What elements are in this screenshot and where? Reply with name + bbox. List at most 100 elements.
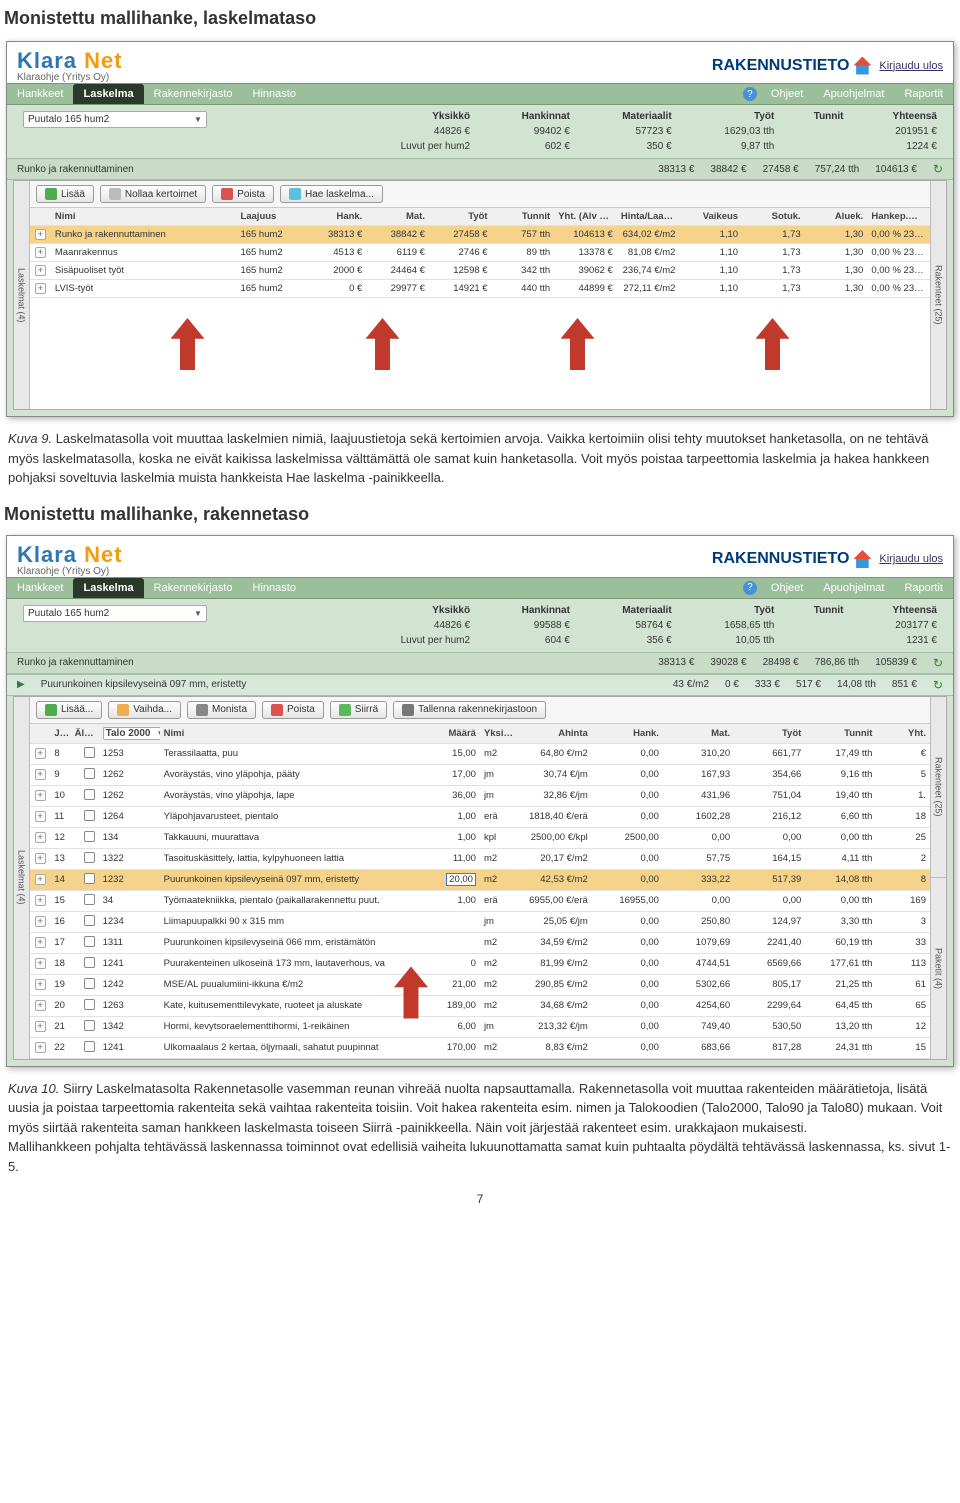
laskelmat-grid[interactable]: Nimi Laajuus Hank.Mat.Työt TunnitYht. (A… [30, 208, 930, 298]
logout-link[interactable]: Kirjaudu ulos [879, 60, 943, 72]
nav-apuohjelmat[interactable]: Apuohjelmat [813, 578, 894, 598]
btn-hae-laskelma[interactable]: Hae laskelma... [280, 185, 383, 203]
expand-icon[interactable]: + [35, 916, 46, 927]
row-checkbox[interactable] [84, 936, 95, 947]
nav-rakennekirjasto[interactable]: Rakennekirjasto [144, 578, 243, 598]
nav-laskelma[interactable]: Laskelma [73, 84, 143, 104]
expand-icon[interactable]: + [35, 895, 46, 906]
table-row[interactable]: + 12 134 Takkauuni, muurattava 1,00kpl 2… [30, 827, 930, 848]
refresh-icon[interactable]: ↻ [933, 678, 943, 692]
expand-icon[interactable]: + [35, 1042, 46, 1053]
table-row[interactable]: + 19 1242 MSE/AL puualumiini-ikkuna €/m2… [30, 974, 930, 995]
row-checkbox[interactable] [84, 1041, 95, 1052]
maara-input[interactable]: 20,00 [446, 873, 476, 886]
btn-lisaa[interactable]: Lisää [36, 185, 94, 203]
talo-filter[interactable]: Talo 2000 ▼ [103, 727, 160, 740]
breadcrumb: Runko ja rakennuttaminen [17, 164, 134, 175]
expand-icon[interactable]: + [35, 229, 46, 240]
expand-icon[interactable]: + [35, 979, 46, 990]
expand-icon[interactable]: + [35, 811, 46, 822]
nav-hankkeet[interactable]: Hankkeet [7, 578, 73, 598]
rakenteet-grid[interactable]: Jno Älä laske Talo 2000 ▼ Nimi MääräYksi… [30, 724, 930, 1059]
vtab-laskelmat[interactable]: Laskelmat (4) [14, 181, 30, 409]
table-row[interactable]: + 10 1262 Avoräystäs, vino yläpohja, lap… [30, 785, 930, 806]
expand-icon[interactable]: + [35, 832, 46, 843]
nav-raportit[interactable]: Raportit [894, 578, 953, 598]
project-select[interactable]: Puutalo 165 hum2▼ [23, 111, 207, 128]
table-row[interactable]: + 18 1241 Puurakenteinen ulkoseinä 173 m… [30, 953, 930, 974]
crumb-arrow-icon[interactable]: ▶ [17, 679, 25, 690]
row-checkbox[interactable] [84, 852, 95, 863]
expand-icon[interactable]: + [35, 790, 46, 801]
nav-laskelma[interactable]: Laskelma [73, 578, 143, 598]
btn-siirra[interactable]: Siirrä [330, 701, 387, 719]
row-checkbox[interactable] [84, 957, 95, 968]
expand-icon[interactable]: + [35, 937, 46, 948]
nav-hinnasto[interactable]: Hinnasto [243, 84, 306, 104]
logout-link[interactable]: Kirjaudu ulos [879, 553, 943, 565]
table-row[interactable]: + 16 1234 Liimapuupalkki 90 x 315 mm jm … [30, 911, 930, 932]
project-select[interactable]: Puutalo 165 hum2▼ [23, 605, 207, 622]
table-row[interactable]: + 22 1241 Ulkomaalaus 2 kertaa, öljymaal… [30, 1037, 930, 1058]
vtab-paketit[interactable]: Paketit (4) [930, 877, 946, 1059]
vtab-rakenteet[interactable]: Rakenteet (25) [930, 181, 946, 409]
table-row[interactable]: + 21 1342 Hormi, kevytsoraelementtihormi… [30, 1016, 930, 1037]
row-checkbox[interactable] [84, 978, 95, 989]
btn-poista[interactable]: Poista [212, 185, 274, 203]
doc-heading-1: Monistettu mallihanke, laskelmataso [4, 8, 960, 29]
nav-hinnasto[interactable]: Hinnasto [243, 578, 306, 598]
table-row[interactable]: + 13 1322 Tasoituskäsittely, lattia, kyl… [30, 848, 930, 869]
row-checkbox[interactable] [84, 768, 95, 779]
nav-rakennekirjasto[interactable]: Rakennekirjasto [144, 84, 243, 104]
nav-ohjeet[interactable]: Ohjeet [761, 84, 813, 104]
row-checkbox[interactable] [84, 1020, 95, 1031]
expand-icon[interactable]: + [35, 247, 46, 258]
expand-icon[interactable]: + [35, 1000, 46, 1011]
btn-tallenna[interactable]: Tallenna rakennekirjastoon [393, 701, 546, 719]
row-checkbox[interactable] [84, 747, 95, 758]
help-icon[interactable]: ? [743, 87, 757, 101]
refresh-icon[interactable]: ↻ [933, 162, 943, 176]
expand-icon[interactable]: + [35, 1021, 46, 1032]
table-row[interactable]: + 9 1262 Avoräystäs, vino yläpohja, päät… [30, 764, 930, 785]
table-row[interactable]: + LVIS-työt165 hum2 0 €29977 €14921 €440… [30, 280, 930, 298]
btn-vaihda[interactable]: Vaihda... [108, 701, 181, 719]
nav-hankkeet[interactable]: Hankkeet [7, 84, 73, 104]
row-checkbox[interactable] [84, 894, 95, 905]
btn-nollaa[interactable]: Nollaa kertoimet [100, 185, 206, 203]
row-checkbox[interactable] [84, 789, 95, 800]
table-row[interactable]: + Sisäpuoliset työt165 hum2 2000 €24464 … [30, 262, 930, 280]
row-checkbox[interactable] [84, 873, 95, 884]
vtab-laskelmat[interactable]: Laskelmat (4) [14, 697, 30, 1059]
btn-lisaa[interactable]: Lisää... [36, 701, 102, 719]
table-row[interactable]: + 15 34 Työmaatekniikka, pientalo (paika… [30, 890, 930, 911]
table-row[interactable]: + 14 1232 Puurunkoinen kipsilevyseinä 09… [30, 869, 930, 890]
expand-icon[interactable]: + [35, 874, 46, 885]
row-checkbox[interactable] [84, 999, 95, 1010]
expand-icon[interactable]: + [35, 748, 46, 759]
table-row[interactable]: + 17 1311 Puurunkoinen kipsilevyseinä 06… [30, 932, 930, 953]
vtab-rakenteet[interactable]: Rakenteet (25) [930, 697, 946, 878]
table-row[interactable]: + Maanrakennus165 hum2 4513 €6119 €2746 … [30, 244, 930, 262]
btn-monista[interactable]: Monista [187, 701, 256, 719]
help-icon[interactable]: ? [743, 581, 757, 595]
refresh-icon[interactable]: ↻ [933, 656, 943, 670]
expand-icon[interactable]: + [35, 769, 46, 780]
expand-icon[interactable]: + [35, 265, 46, 276]
table-row[interactable]: + 8 1253 Terassilaatta, puu 15,00m2 64,8… [30, 743, 930, 764]
table-row[interactable]: + 11 1264 Yläpohjavarusteet, pientalo 1,… [30, 806, 930, 827]
table-row[interactable]: + Runko ja rakennuttaminen165 hum2 38313… [30, 226, 930, 244]
row-checkbox[interactable] [84, 915, 95, 926]
nav-raportit[interactable]: Raportit [894, 84, 953, 104]
delete-icon [271, 704, 283, 716]
nav-apuohjelmat[interactable]: Apuohjelmat [813, 84, 894, 104]
table-row[interactable]: + 20 1263 Kate, kuitusementtilevykate, r… [30, 995, 930, 1016]
nav-ohjeet[interactable]: Ohjeet [761, 578, 813, 598]
expand-icon[interactable]: + [35, 958, 46, 969]
expand-icon[interactable]: + [35, 283, 46, 294]
app-logo: Klara Net [17, 542, 123, 568]
row-checkbox[interactable] [84, 810, 95, 821]
btn-poista[interactable]: Poista [262, 701, 324, 719]
row-checkbox[interactable] [84, 831, 95, 842]
expand-icon[interactable]: + [35, 853, 46, 864]
